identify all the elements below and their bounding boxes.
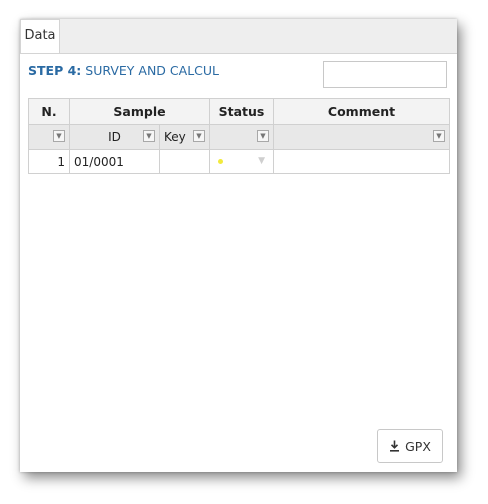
tab-bar: Data: [20, 19, 457, 54]
filter-cell-key: Key ▼: [159, 124, 210, 150]
gpx-download-button[interactable]: GPX: [377, 429, 443, 463]
column-header-status: Status: [209, 98, 274, 125]
sample-key-cell[interactable]: [159, 149, 210, 174]
status-dot: [218, 159, 223, 164]
filter-icon[interactable]: ▼: [433, 130, 445, 142]
table-row[interactable]: 1 01/0001 ▼: [28, 149, 450, 174]
table-filter-row: ▼ ID ▼ Key ▼ ▼ ▼: [28, 124, 450, 150]
tab-data[interactable]: Data: [20, 19, 60, 53]
column-header-comment: Comment: [273, 98, 450, 125]
filter-icon[interactable]: ▼: [53, 130, 65, 142]
status-cell[interactable]: ▼: [209, 149, 274, 174]
filter-icon[interactable]: ▼: [193, 130, 205, 142]
step-number: STEP 4:: [28, 63, 82, 78]
subheader-key: Key: [164, 130, 186, 144]
comment-cell[interactable]: [273, 149, 450, 174]
gpx-button-label: GPX: [405, 438, 431, 454]
row-number: 1: [28, 149, 70, 174]
filter-cell-n: ▼: [28, 124, 70, 150]
filter-cell-comment: ▼: [273, 124, 450, 150]
filter-icon[interactable]: ▼: [257, 130, 269, 142]
filter-cell-id: ID ▼: [69, 124, 160, 150]
data-panel: Data STEP 4: SURVEY AND CALCUL N. Sample…: [20, 19, 457, 472]
table-header-row: N. Sample Status Comment: [28, 98, 450, 125]
column-header-sample: Sample: [69, 98, 210, 125]
data-table: N. Sample Status Comment ▼ ID ▼ Key ▼ ▼ …: [28, 98, 450, 174]
sample-id-cell[interactable]: 01/0001: [69, 149, 160, 174]
step-title: STEP 4: SURVEY AND CALCUL: [28, 63, 219, 78]
chevron-down-icon[interactable]: ▼: [258, 156, 265, 166]
search-input[interactable]: [323, 61, 447, 88]
filter-cell-status: ▼: [209, 124, 274, 150]
step-name: SURVEY AND CALCUL: [85, 63, 219, 78]
filter-icon[interactable]: ▼: [143, 130, 155, 142]
download-icon: [390, 440, 400, 452]
column-header-n: N.: [28, 98, 70, 125]
subheader-id: ID: [108, 130, 121, 144]
